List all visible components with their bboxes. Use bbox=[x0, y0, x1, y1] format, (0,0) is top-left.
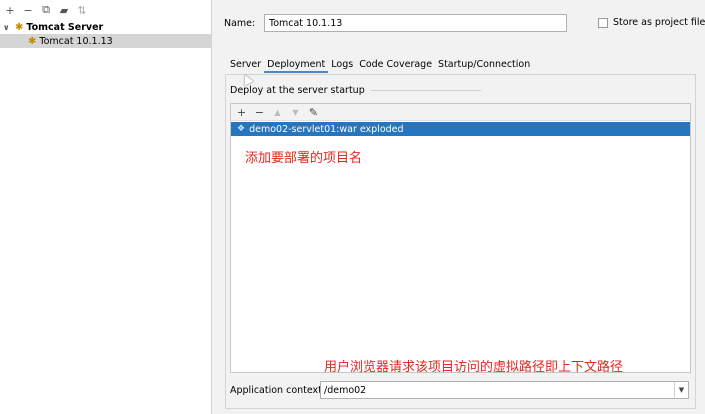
tab-deployment[interactable]: Deployment bbox=[264, 58, 329, 73]
tree-toolbar: + − ⧉ ▰ ⇅ bbox=[0, 0, 211, 20]
tomcat-icon: ✱ bbox=[28, 35, 37, 47]
tab-logs[interactable]: Logs bbox=[328, 58, 356, 73]
list-item[interactable]: ❖ demo02-servlet01:war exploded bbox=[231, 122, 690, 136]
application-context-combobox[interactable]: /demo02 ▼ bbox=[320, 381, 689, 399]
annotation-deploy-project: 添加要部署的项目名 bbox=[245, 151, 363, 166]
tab-server[interactable]: Server bbox=[227, 58, 264, 73]
deployment-tab-content: Deploy at the server startup + − ▲ ▼ ✎ ❖… bbox=[225, 74, 696, 409]
folder-icon[interactable]: ▰ bbox=[57, 3, 71, 17]
name-label: Name: bbox=[224, 17, 256, 29]
arrow-up-icon[interactable]: ▲ bbox=[270, 108, 285, 117]
run-config-editor: Name: Store as project file ⚙ Server Dep… bbox=[213, 0, 705, 414]
tomcat-icon: ✱ bbox=[15, 21, 24, 33]
tree-item-tomcat-10[interactable]: ✱ Tomcat 10.1.13 bbox=[0, 34, 211, 48]
annotation-context-path: 用户浏览器请求该项目访问的虚拟路径即上下文路径 bbox=[324, 360, 624, 375]
pencil-icon[interactable]: ✎ bbox=[306, 106, 321, 119]
tab-startup-connection[interactable]: Startup/Connection bbox=[435, 58, 533, 73]
deploy-section-title: Deploy at the server startup bbox=[230, 85, 481, 96]
application-context-row: Application context: /demo02 ▼ bbox=[230, 381, 689, 399]
deployment-toolbar: + − ▲ ▼ ✎ bbox=[231, 104, 690, 121]
chevron-down-icon[interactable]: ▼ bbox=[674, 382, 688, 398]
artifact-icon: ❖ bbox=[237, 124, 246, 134]
minus-icon[interactable]: − bbox=[21, 3, 35, 17]
store-as-project-file[interactable]: Store as project file ⚙ bbox=[598, 17, 705, 28]
plus-icon[interactable]: + bbox=[234, 106, 249, 119]
application-context-label: Application context: bbox=[230, 384, 326, 396]
store-checkbox[interactable] bbox=[598, 17, 608, 28]
run-config-tree-panel: + − ⧉ ▰ ⇅ ∨ ✱ Tomcat Server ✱ Tomcat 10.… bbox=[0, 0, 212, 414]
section-title-text: Deploy at the server startup bbox=[230, 85, 365, 96]
tree-item-tomcat-server[interactable]: ∨ ✱ Tomcat Server bbox=[0, 20, 211, 34]
arrow-down-icon[interactable]: ▼ bbox=[288, 108, 303, 117]
application-context-value[interactable]: /demo02 bbox=[321, 385, 366, 396]
config-tabs: Server Deployment Logs Code Coverage Sta… bbox=[227, 58, 533, 73]
tree-item-label: Tomcat 10.1.13 bbox=[39, 35, 113, 47]
sort-icon[interactable]: ⇅ bbox=[75, 3, 89, 17]
deployment-list: + − ▲ ▼ ✎ ❖ demo02-servlet01:war explode… bbox=[230, 103, 691, 375]
name-row: Name: bbox=[224, 14, 567, 32]
minus-icon[interactable]: − bbox=[252, 106, 267, 119]
artifact-label: demo02-servlet01:war exploded bbox=[249, 123, 404, 135]
tree-item-label: Tomcat Server bbox=[26, 21, 104, 33]
copy-icon[interactable]: ⧉ bbox=[39, 3, 53, 17]
tab-code-coverage[interactable]: Code Coverage bbox=[356, 58, 435, 73]
store-label: Store as project file bbox=[613, 17, 705, 28]
chevron-down-icon[interactable]: ∨ bbox=[3, 23, 15, 32]
section-divider bbox=[370, 90, 481, 91]
plus-icon[interactable]: + bbox=[3, 3, 17, 17]
name-input[interactable] bbox=[264, 14, 567, 32]
